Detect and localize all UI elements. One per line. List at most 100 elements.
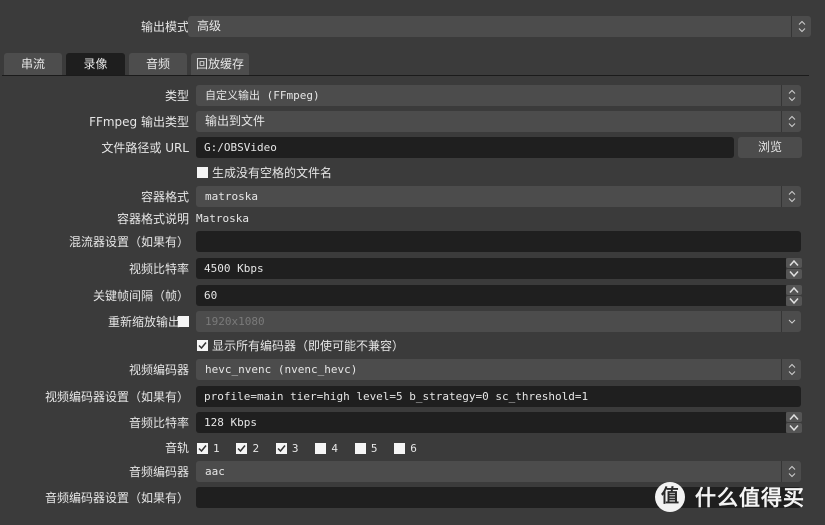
output-mode-value: 高级 [197,19,222,33]
chevron-up-icon [789,286,799,293]
audio-track-1-label: 1 [213,442,220,455]
increment-button[interactable] [786,258,802,268]
audio-encoder-value: aac [205,465,225,478]
audio-bitrate-label: 音频比特率 [128,416,189,430]
tab-divider [2,75,809,76]
show-all-encoders-label: 显示所有编码器（即使可能不兼容） [212,339,405,353]
tab-replay-buffer[interactable]: 回放缓存 [191,53,249,75]
audio-encoder-label: 音频编码器 [128,465,189,479]
file-path-row: 文件路径或 URL G:/OBSVideo 浏览 [0,136,825,160]
video-encoder-value: hevc_nvenc (nvenc_hevc) [205,363,358,376]
output-mode-label: 输出模式 [140,20,189,34]
muxer-settings-row: 混流器设置（如果有） [0,230,825,254]
audio-track-6-checkbox[interactable]: 6 [394,437,417,461]
audio-tracks-row: 音轨 1 2 3 4 5 6 [0,436,825,460]
checkbox-unchecked-icon [197,167,208,178]
type-row: 类型 自定义输出 (FFmpeg) [0,84,825,108]
updown-arrows-icon [781,359,801,380]
ffmpeg-output-type-value: 输出到文件 [205,114,266,128]
audio-track-list: 1 2 3 4 5 6 [197,436,430,460]
audio-bitrate-input[interactable]: 128 Kbps [196,412,786,433]
tab-audio[interactable]: 音频 [129,53,187,75]
audio-bitrate-stepper [786,412,802,433]
container-desc-value: Matroska [196,212,249,225]
updown-arrows-icon [781,186,801,207]
increment-button[interactable] [786,285,802,295]
browse-button[interactable]: 浏览 [738,137,802,158]
audio-encoder-settings-label: 音频编码器设置（如果有） [44,491,189,505]
container-format-value: matroska [205,190,258,203]
ffmpeg-output-type-select[interactable]: 输出到文件 [196,111,801,132]
keyframe-interval-stepper [786,285,802,306]
video-encoder-settings-input[interactable]: profile=main tier=high level=5 b_strateg… [196,386,801,407]
audio-track-2-checkbox[interactable]: 2 [236,437,259,461]
audio-track-4-checkbox[interactable]: 4 [315,437,338,461]
checkbox-unchecked-icon [354,442,366,454]
rescale-output-row: 重新缩放输出 1920x1080 [0,310,825,334]
container-desc-label: 容器格式说明 [116,212,189,226]
container-format-row: 容器格式 matroska [0,185,825,209]
checkbox-checked-icon [236,442,248,454]
no-space-filename-row: 生成没有空格的文件名 [0,161,825,185]
rescale-output-label: 重新缩放输出 [107,315,180,329]
chevron-down-icon [781,311,801,332]
decrement-button[interactable] [786,269,802,279]
muxer-settings-input[interactable] [196,231,801,252]
rescale-resolution-value: 1920x1080 [205,315,265,328]
ffmpeg-output-type-label: FFmpeg 输出类型 [89,115,189,129]
type-select[interactable]: 自定义输出 (FFmpeg) [196,85,801,106]
checkbox-checked-icon [275,442,287,454]
keyframe-interval-input[interactable]: 60 [196,285,786,306]
container-format-select[interactable]: matroska [196,186,801,207]
keyframe-interval-label: 关键帧间隔（帧） [92,289,189,303]
decrement-button[interactable] [786,296,802,306]
audio-encoder-select[interactable]: aac [196,461,801,482]
rescale-output-checkbox[interactable] [178,316,189,327]
chevron-down-icon [789,425,799,432]
decrement-button[interactable] [786,423,802,433]
chevron-down-icon [789,298,799,305]
audio-track-1-checkbox[interactable]: 1 [197,437,220,461]
rescale-resolution-select[interactable]: 1920x1080 [196,311,801,332]
video-encoder-settings-row: 视频编码器设置（如果有） profile=main tier=high leve… [0,385,825,409]
tab-stream[interactable]: 串流 [4,53,62,75]
file-path-input[interactable]: G:/OBSVideo [196,137,734,158]
video-encoder-row: 视频编码器 hevc_nvenc (nvenc_hevc) [0,358,825,382]
watermark-logo-icon: 值 [655,482,685,512]
watermark-text: 什么值得买 [695,486,805,510]
chevron-up-icon [789,413,799,420]
tab-recording[interactable]: 录像 [66,53,125,75]
checkbox-checked-icon [197,340,208,351]
show-all-encoders-checkbox[interactable]: 显示所有编码器（即使可能不兼容） [197,334,404,358]
updown-arrows-icon [781,111,801,132]
file-path-label: 文件路径或 URL [101,141,189,155]
watermark: 值 什么值得买 [655,481,805,513]
audio-bitrate-row: 音频比特率 128 Kbps [0,411,825,435]
muxer-settings-label: 混流器设置（如果有） [68,235,189,249]
type-label: 类型 [164,89,189,103]
checkbox-checked-icon [197,442,208,454]
no-space-filename-checkbox[interactable]: 生成没有空格的文件名 [197,161,332,185]
audio-track-2-label: 2 [252,442,260,455]
container-desc-row: 容器格式说明 Matroska [0,207,825,231]
video-bitrate-row: 视频比特率 4500 Kbps [0,257,825,281]
video-encoder-label: 视频编码器 [128,363,189,377]
audio-track-6-label: 6 [410,442,417,455]
audio-tracks-label: 音轨 [164,441,189,455]
audio-track-4-label: 4 [331,442,338,455]
video-encoder-settings-label: 视频编码器设置（如果有） [44,390,189,404]
increment-button[interactable] [786,412,802,422]
container-format-label: 容器格式 [140,190,189,204]
no-space-filename-label: 生成没有空格的文件名 [212,166,333,180]
video-bitrate-label: 视频比特率 [128,262,189,276]
output-mode-select[interactable]: 高级 [188,16,811,37]
updown-arrows-icon [791,16,811,37]
video-encoder-select[interactable]: hevc_nvenc (nvenc_hevc) [196,359,801,380]
checkbox-unchecked-icon [315,442,327,454]
video-bitrate-input[interactable]: 4500 Kbps [196,258,786,279]
updown-arrows-icon [781,461,801,482]
audio-track-3-label: 3 [291,442,299,455]
keyframe-interval-row: 关键帧间隔（帧） 60 [0,284,825,308]
audio-track-3-checkbox[interactable]: 3 [275,437,299,461]
audio-track-5-checkbox[interactable]: 5 [354,437,377,461]
